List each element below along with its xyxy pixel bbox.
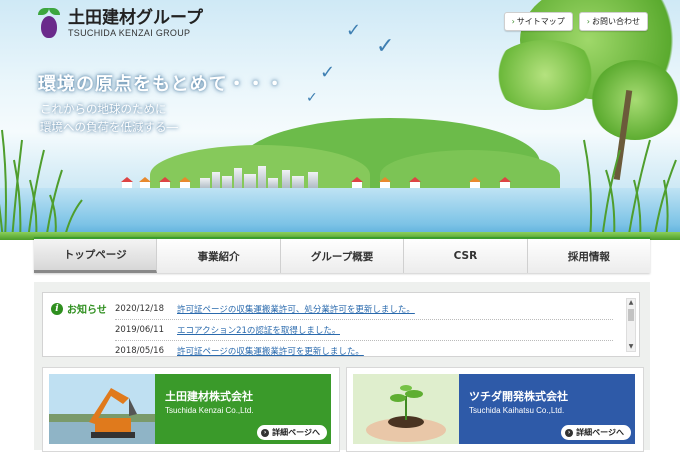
news-title: お知らせ [67, 305, 107, 316]
global-nav: トップページ 事業紹介 グループ概要 CSR 採用情報 [34, 237, 650, 273]
company-card-kaihatsu[interactable]: ツチダ開発株式会社 Tsuchida Kaihatsu Co.,Ltd. › 詳細… [346, 367, 644, 452]
detail-button[interactable]: › 詳細ページへ [257, 425, 327, 440]
news-scrollbar[interactable]: ▲ ▼ [626, 298, 636, 352]
bird-icon: ✓ [306, 90, 318, 106]
news-date: 2019/06/11 [115, 325, 164, 335]
reeds-right [583, 139, 677, 240]
company-name-en: Tsuchida Kenzai Co.,Ltd. [165, 406, 254, 415]
list-item: 2018/05/16 許可証ページの収集運搬業許可を更新しました。 [115, 341, 613, 361]
sitemap-link[interactable]: › サイトマップ [503, 12, 573, 31]
chevron-right-icon: › [261, 428, 270, 437]
contact-link[interactable]: › お問い合わせ [578, 12, 648, 31]
chevron-right-icon: › [586, 17, 590, 26]
leaf-bulb-logo-icon [36, 8, 62, 40]
scroll-thumb[interactable] [628, 309, 634, 321]
news-link[interactable]: 許可証ページの収集運搬業許可、処分業許可を更新しました。 [177, 303, 415, 315]
hero-subtext: これからの地球のために 環境への負荷を低減する― [40, 102, 178, 134]
excavator-photo [49, 374, 155, 444]
bird-icon: ✓ [376, 34, 395, 59]
news-date: 2018/05/16 [115, 346, 164, 356]
news-date: 2020/12/18 [115, 304, 164, 314]
news-link[interactable]: エコアクション21の認証を取得しました。 [177, 324, 340, 336]
nav-item-recruit[interactable]: 採用情報 [528, 239, 650, 273]
news-list: 2020/12/18 許可証ページの収集運搬業許可、処分業許可を更新しました。 … [115, 299, 613, 361]
scroll-up-icon[interactable]: ▲ [627, 299, 635, 307]
list-item: 2019/06/11 エコアクション21の認証を取得しました。 [115, 320, 613, 341]
nav-item-top[interactable]: トップページ [34, 239, 158, 273]
company-name: 土田建材株式会社 [165, 390, 253, 403]
reeds-left [0, 129, 83, 240]
news-header: i お知らせ [51, 301, 107, 316]
company-name: ツチダ開発株式会社 [469, 390, 568, 403]
hero-catchphrase: 環境の原点をもとめて・・・ [38, 74, 285, 95]
detail-button[interactable]: › 詳細ページへ [561, 425, 631, 440]
chevron-right-icon: › [565, 428, 574, 437]
list-item: 2020/12/18 許可証ページの収集運搬業許可、処分業許可を更新しました。 [115, 299, 613, 320]
nav-item-group[interactable]: グループ概要 [281, 239, 405, 273]
info-icon: i [51, 302, 63, 315]
hero-banner: ✓ ✓ ✓ ✓ 土田建材グループ TSUCHIDA KENZAI GROUP ›… [0, 0, 680, 240]
news-link[interactable]: 許可証ページの収集運搬業許可を更新しました。 [177, 345, 364, 357]
brand-name-en: TSUCHIDA KENZAI GROUP [68, 28, 191, 38]
bird-icon: ✓ [346, 20, 362, 41]
nav-item-business[interactable]: 事業紹介 [157, 239, 281, 273]
company-name-en: Tsuchida Kaihatsu Co.,Ltd. [469, 406, 565, 415]
seedling-hands-photo [353, 374, 459, 444]
company-card-kenzai[interactable]: 土田建材株式会社 Tsuchida Kenzai Co.,Ltd. › 詳細ページ… [42, 367, 340, 452]
nav-item-csr[interactable]: CSR [404, 239, 528, 273]
scroll-down-icon[interactable]: ▼ [627, 343, 635, 351]
chevron-right-icon: › [511, 17, 515, 26]
utility-links: › サイトマップ › お問い合わせ [503, 12, 648, 31]
bird-icon: ✓ [320, 62, 336, 83]
city-skyline [200, 165, 330, 190]
site-logo[interactable]: 土田建材グループ TSUCHIDA KENZAI GROUP [36, 8, 203, 40]
brand-name: 土田建材グループ [68, 8, 203, 28]
news-box: i お知らせ 2020/12/18 許可証ページの収集運搬業許可、処分業許可を更… [42, 292, 640, 357]
